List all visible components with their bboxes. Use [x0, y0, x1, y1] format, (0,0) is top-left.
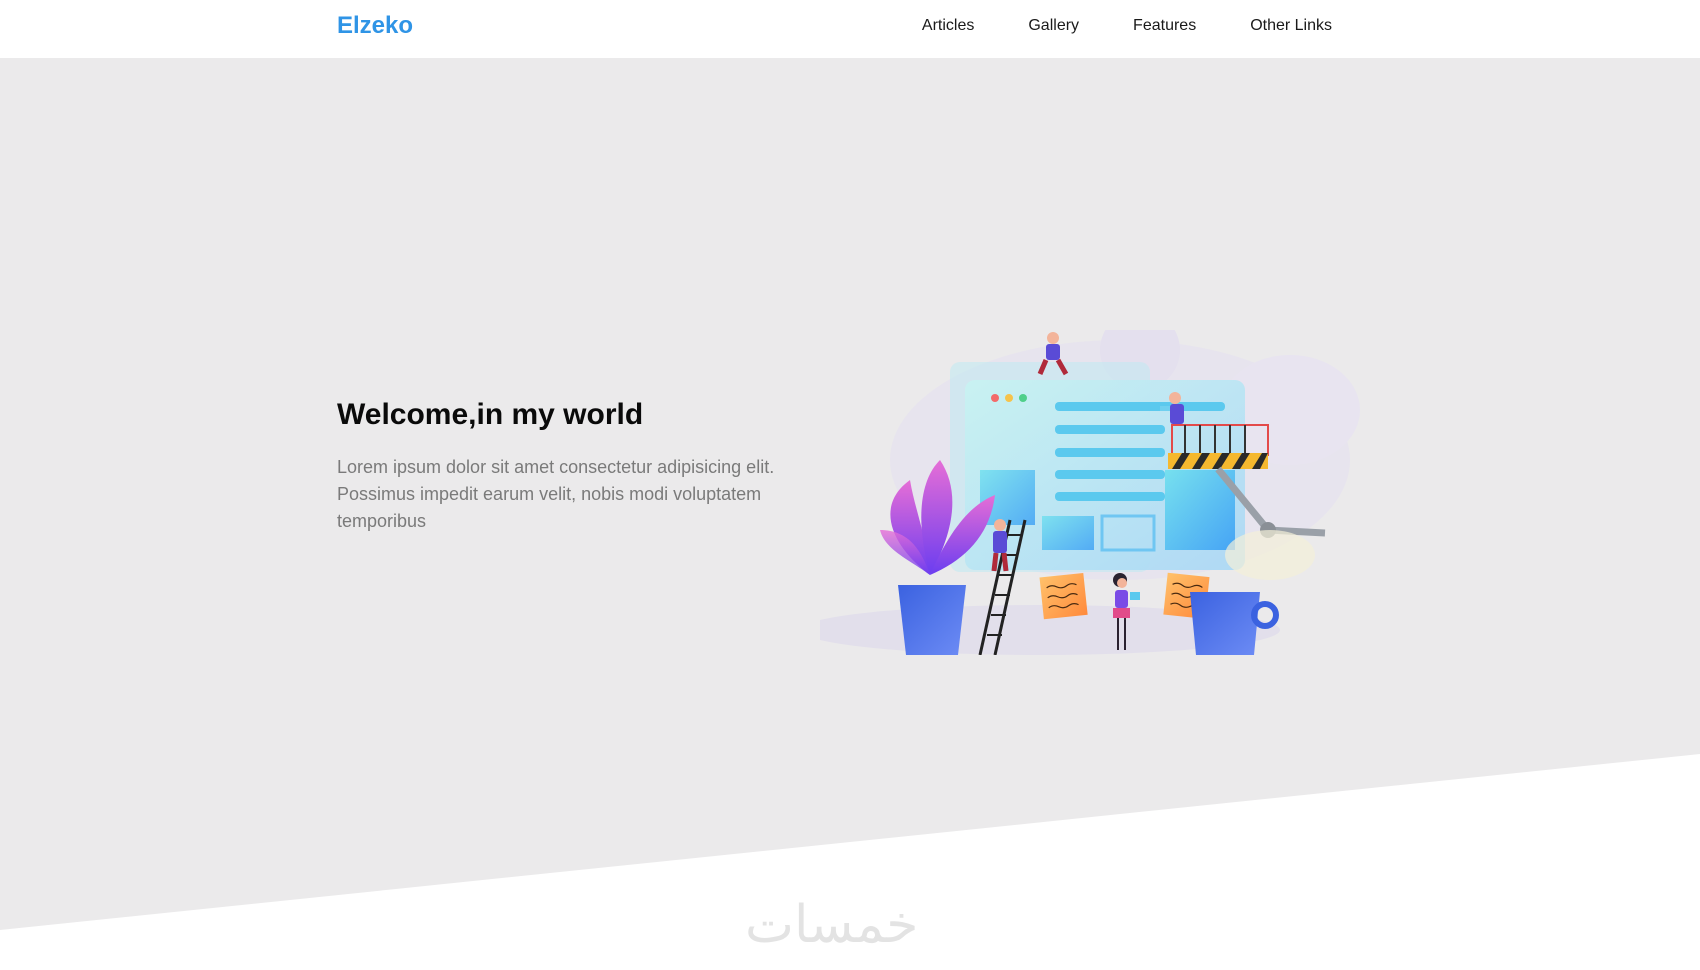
site-logo[interactable]: Elzeko — [337, 12, 413, 40]
nav-item-other-links[interactable]: Other Links — [1250, 17, 1332, 35]
watermark-logo: خمسات — [745, 895, 919, 955]
nav-item-gallery[interactable]: Gallery — [1028, 17, 1079, 35]
main-nav: Articles Gallery Features Other Links — [868, 17, 1332, 35]
website-building-team-illustration — [820, 330, 1360, 655]
page: Elzeko Articles Gallery Features Other L… — [0, 0, 1700, 970]
site-header: Elzeko Articles Gallery Features Other L… — [0, 0, 1700, 58]
hero-description: Lorem ipsum dolor sit amet consectetur a… — [337, 457, 775, 531]
nav-item-articles[interactable]: Articles — [922, 17, 974, 35]
hero-title: Welcome,in my world — [337, 398, 644, 431]
nav-item-features[interactable]: Features — [1133, 17, 1196, 35]
